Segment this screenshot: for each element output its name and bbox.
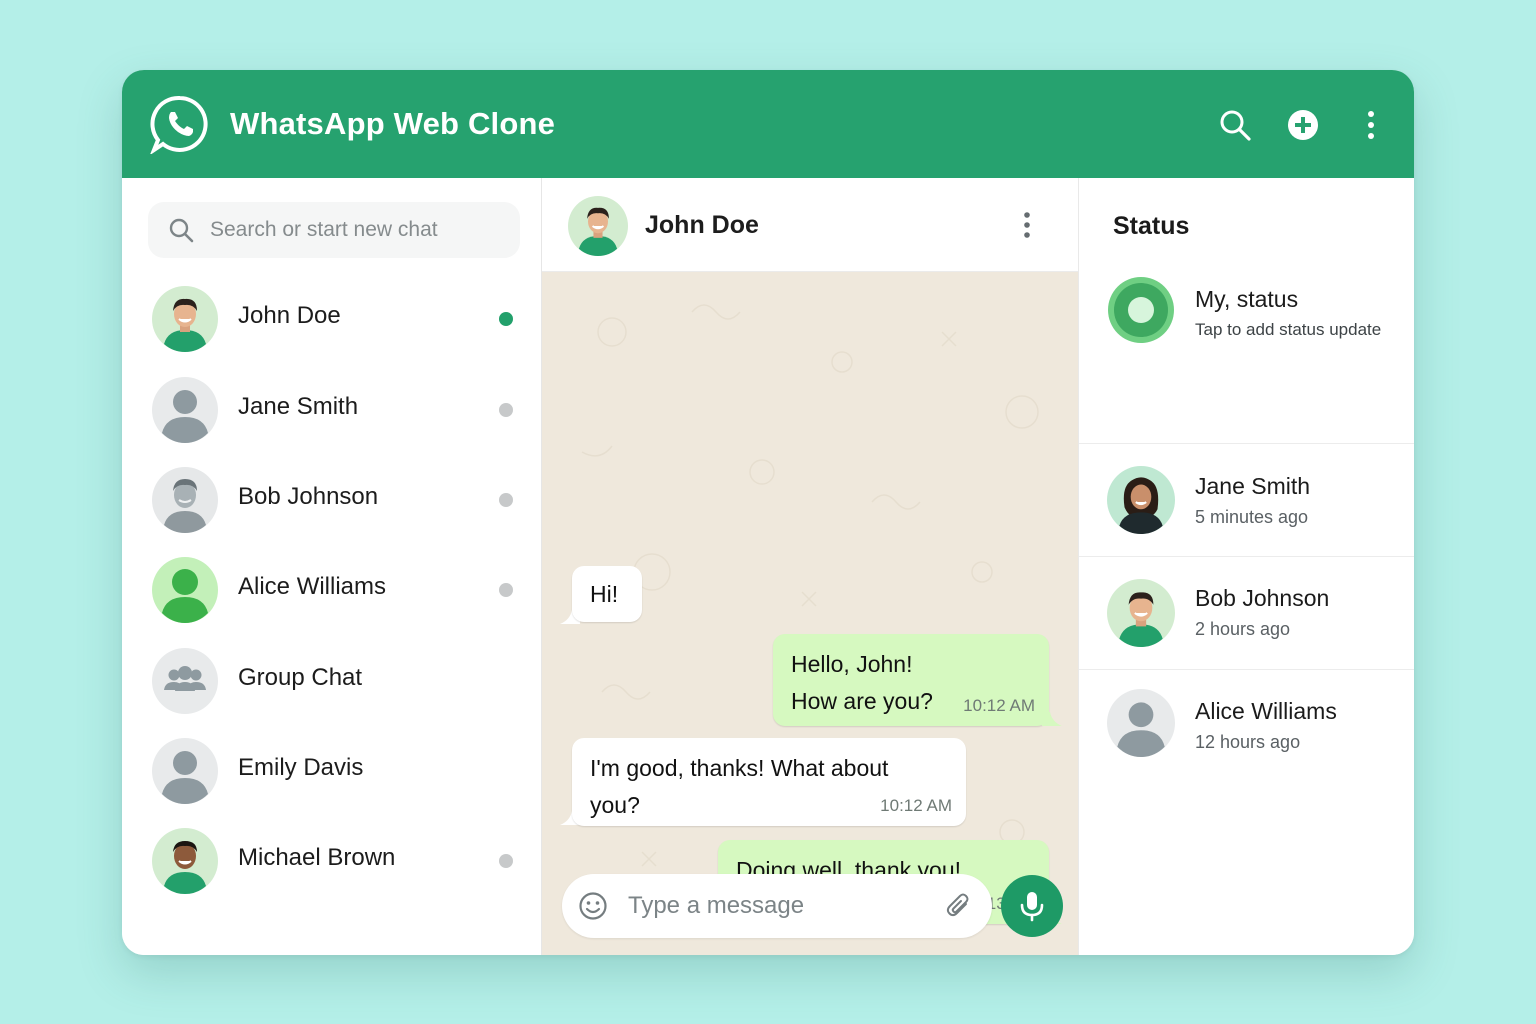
- message-outgoing: Hello, John! How are you? 10:12 AM: [773, 634, 1049, 726]
- avatar: [152, 286, 218, 352]
- avatar: [152, 557, 218, 623]
- message-time: 10:12 AM: [963, 696, 1035, 715]
- message-incoming: Hi!: [572, 566, 642, 622]
- status-update-jane-smith[interactable]: Jane Smith 5 minutes ago: [1079, 463, 1414, 555]
- status-panel: Status My, status Tap to add status upda…: [1078, 178, 1414, 955]
- new-chat-icon[interactable]: [1286, 108, 1320, 142]
- voice-message-button[interactable]: [1001, 875, 1063, 937]
- offline-indicator: [499, 583, 513, 597]
- attach-icon[interactable]: [944, 891, 974, 921]
- status-update-alice-williams[interactable]: Alice Williams 12 hours ago: [1079, 688, 1414, 780]
- app-title: WhatsApp Web Clone: [230, 106, 556, 141]
- conversation-header: John Doe: [542, 178, 1078, 272]
- divider: [1079, 669, 1414, 670]
- chat-item-bob-johnson[interactable]: Bob Johnson: [122, 455, 542, 545]
- message-incoming: I'm good, thanks! What about you? 10:12 …: [572, 738, 966, 826]
- divider: [1079, 443, 1414, 444]
- app-header: WhatsApp Web Clone: [122, 70, 1414, 178]
- offline-indicator: [499, 854, 513, 868]
- my-status-name: My, status: [1195, 286, 1299, 312]
- chat-list-panel: John Doe Jane Smith Bob Johnson Alice Wi…: [122, 178, 542, 955]
- group-icon: [152, 648, 218, 714]
- bubble-tail: [1042, 712, 1062, 726]
- chat-item-john-doe[interactable]: John Doe: [122, 274, 542, 364]
- avatar: [152, 467, 218, 533]
- chat-name: Jane Smith: [238, 393, 359, 420]
- chat-item-group-chat[interactable]: Group Chat: [122, 636, 542, 726]
- chat-name: John Doe: [238, 302, 341, 329]
- status-name: Jane Smith: [1195, 473, 1311, 499]
- emoji-icon[interactable]: [578, 891, 608, 921]
- offline-indicator: [499, 403, 513, 417]
- status-time: 5 minutes ago: [1195, 507, 1309, 527]
- avatar: [152, 377, 218, 443]
- status-time: 2 hours ago: [1195, 619, 1291, 639]
- status-time: 12 hours ago: [1195, 732, 1301, 752]
- contact-avatar[interactable]: [568, 196, 628, 256]
- conversation-panel: John Doe Hi! Hello, John! How are you? 1…: [542, 178, 1078, 955]
- my-status-icon: [1108, 277, 1174, 343]
- message-composer: [562, 874, 992, 938]
- search-input[interactable]: [210, 218, 510, 242]
- message-time: 10:12 AM: [880, 796, 952, 815]
- avatar: [152, 828, 218, 894]
- avatar: [152, 738, 218, 804]
- message-text: Hi!: [590, 581, 619, 607]
- message-text: I'm good, thanks! What about: [590, 755, 889, 781]
- chat-name: Group Chat: [238, 664, 363, 691]
- status-update-bob-johnson[interactable]: Bob Johnson 2 hours ago: [1079, 576, 1414, 668]
- avatar: [1107, 579, 1175, 647]
- status-name: Bob Johnson: [1195, 585, 1330, 611]
- chat-item-alice-williams[interactable]: Alice Williams: [122, 545, 542, 635]
- chat-name: Alice Williams: [238, 573, 387, 600]
- chat-name: Emily Davis: [238, 754, 364, 781]
- avatar: [1107, 689, 1175, 757]
- contact-name[interactable]: John Doe: [645, 211, 759, 240]
- chat-item-michael-brown[interactable]: Michael Brown: [122, 816, 542, 906]
- app-window: WhatsApp Web Clone John Doe: [122, 70, 1414, 955]
- my-status-subtitle: Tap to add status update: [1195, 320, 1382, 339]
- search-icon[interactable]: [1218, 108, 1252, 142]
- search-icon: [169, 218, 194, 243]
- more-vertical-icon[interactable]: [1354, 108, 1388, 142]
- whatsapp-logo-icon: [150, 95, 208, 154]
- divider: [1079, 556, 1414, 557]
- message-text: Hello, John!: [791, 651, 913, 677]
- chat-name: Bob Johnson: [238, 483, 379, 510]
- chat-item-jane-smith[interactable]: Jane Smith: [122, 365, 542, 455]
- microphone-icon: [1020, 892, 1044, 922]
- more-vertical-icon[interactable]: [1012, 208, 1042, 242]
- offline-indicator: [499, 493, 513, 507]
- chat-name: Michael Brown: [238, 844, 396, 871]
- status-name: Alice Williams: [1195, 698, 1337, 724]
- search-bar[interactable]: [148, 202, 520, 258]
- message-input[interactable]: [628, 890, 928, 922]
- status-title: Status: [1113, 212, 1190, 240]
- my-status[interactable]: My, status Tap to add status update: [1079, 268, 1414, 372]
- chat-item-emily-davis[interactable]: Emily Davis: [122, 726, 542, 816]
- avatar: [1107, 466, 1175, 534]
- online-indicator: [499, 312, 513, 326]
